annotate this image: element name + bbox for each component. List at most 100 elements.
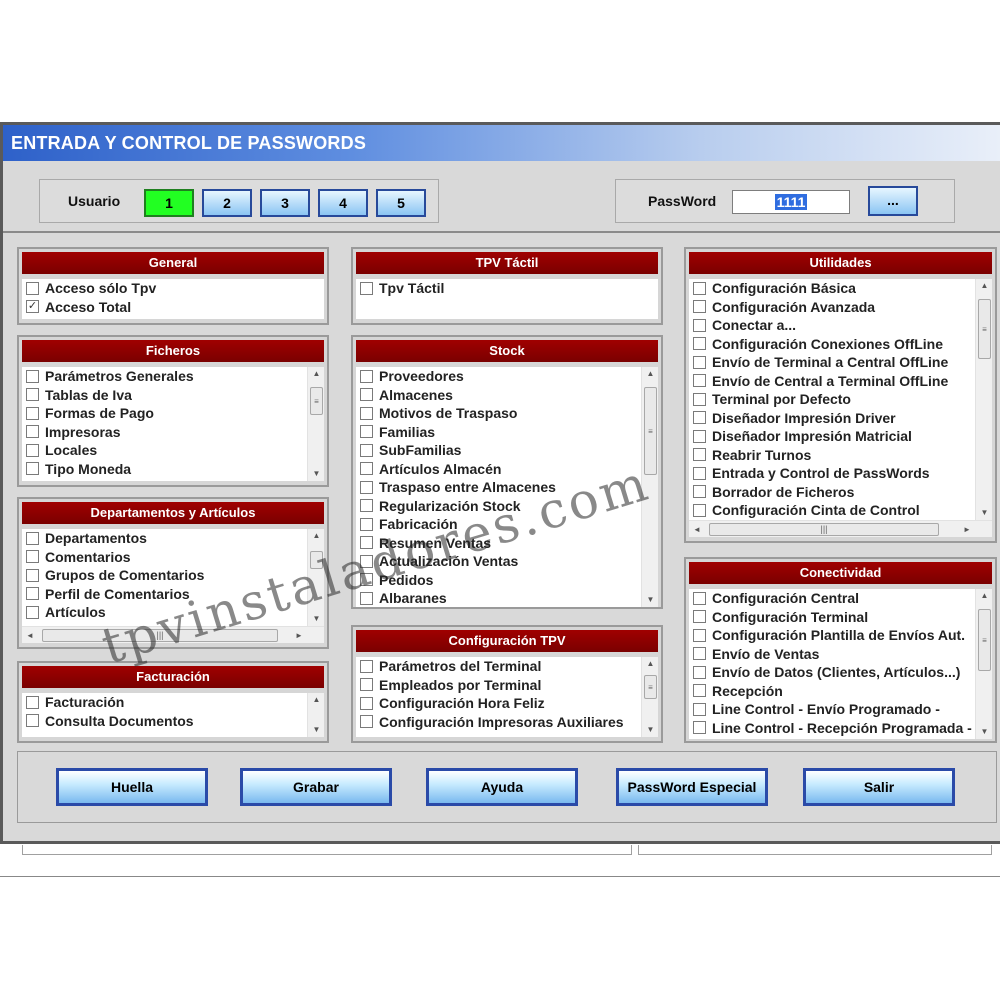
- checkbox[interactable]: [693, 591, 706, 605]
- config-tpv-vscroll[interactable]: ▲ ≡ ▼: [641, 657, 658, 737]
- checkbox-item[interactable]: Motivos de Traspaso: [356, 404, 641, 423]
- checkbox-item[interactable]: Albaranes: [356, 589, 641, 607]
- checkbox[interactable]: [26, 369, 39, 383]
- checkbox-item[interactable]: Configuración Avanzada: [689, 298, 975, 317]
- checkbox-item[interactable]: Configuración Cinta de Control: [689, 501, 975, 520]
- checkbox-checked[interactable]: ✓: [26, 300, 39, 314]
- password-more-button[interactable]: ...: [868, 186, 918, 216]
- checkbox-item[interactable]: Entrada y Control de PassWords: [689, 464, 975, 483]
- checkbox-item[interactable]: Tablas de Iva: [22, 386, 307, 405]
- checkbox-item[interactable]: Consulta Documentos: [22, 712, 307, 731]
- checkbox[interactable]: [26, 443, 39, 457]
- checkbox[interactable]: [360, 369, 373, 383]
- checkbox[interactable]: [360, 659, 373, 673]
- scroll-down-icon[interactable]: ▼: [976, 506, 992, 520]
- checkbox-item[interactable]: Envío de Datos (Clientes, Artículos...): [689, 663, 975, 682]
- checkbox[interactable]: [693, 318, 706, 332]
- user-button-5[interactable]: 5: [376, 189, 426, 217]
- checkbox[interactable]: [360, 462, 373, 476]
- scroll-right-icon[interactable]: ►: [291, 627, 307, 643]
- checkbox[interactable]: [693, 355, 706, 369]
- checkbox-item[interactable]: Envío de Terminal a Central OffLine: [689, 353, 975, 372]
- checkbox-item[interactable]: Acceso sólo Tpv: [22, 279, 324, 298]
- checkbox[interactable]: [693, 281, 706, 295]
- checkbox-item[interactable]: Configuración Impresoras Auxiliares: [356, 713, 641, 732]
- checkbox[interactable]: [360, 281, 373, 295]
- checkbox-item[interactable]: ✓ Acceso Total: [22, 298, 324, 317]
- checkbox-item[interactable]: Comentarios: [22, 548, 307, 567]
- checkbox[interactable]: [693, 300, 706, 314]
- checkbox[interactable]: [26, 605, 39, 619]
- checkbox[interactable]: [360, 425, 373, 439]
- checkbox[interactable]: [26, 281, 39, 295]
- checkbox[interactable]: [693, 337, 706, 351]
- checkbox-item[interactable]: Configuración Conexiones OffLine: [689, 335, 975, 354]
- scroll-left-icon[interactable]: ◄: [689, 521, 705, 537]
- checkbox[interactable]: [693, 684, 706, 698]
- checkbox[interactable]: [360, 443, 373, 457]
- conectividad-vscroll[interactable]: ▲ ≡ ▼: [975, 589, 992, 739]
- checkbox-item[interactable]: Envío de Ventas: [689, 645, 975, 664]
- checkbox-item[interactable]: Departamentos: [22, 529, 307, 548]
- scroll-up-icon[interactable]: ▲: [642, 657, 658, 671]
- checkbox[interactable]: [693, 647, 706, 661]
- checkbox[interactable]: [26, 531, 39, 545]
- checkbox-item[interactable]: Formas de Pago: [22, 404, 307, 423]
- checkbox-item[interactable]: Facturación: [22, 693, 307, 712]
- checkbox[interactable]: [693, 665, 706, 679]
- checkbox-item[interactable]: Parámetros Generales: [22, 367, 307, 386]
- checkbox-item[interactable]: Configuración Plantilla de Envíos Aut.: [689, 626, 975, 645]
- checkbox-item[interactable]: Conectar a...: [689, 316, 975, 335]
- checkbox[interactable]: [693, 374, 706, 388]
- utilidades-hscroll[interactable]: ◄ ||| ►: [689, 520, 992, 537]
- scroll-thumb[interactable]: ≡: [644, 675, 657, 699]
- checkbox[interactable]: [693, 503, 706, 517]
- checkbox-item[interactable]: Tipo Moneda: [22, 460, 307, 479]
- checkbox[interactable]: [26, 587, 39, 601]
- scroll-down-icon[interactable]: ▼: [642, 593, 658, 607]
- huella-button[interactable]: Huella: [56, 768, 208, 806]
- ayuda-button[interactable]: Ayuda: [426, 768, 578, 806]
- checkbox-item[interactable]: Line Control - Envío Programado -: [689, 700, 975, 719]
- scroll-down-icon[interactable]: ▼: [308, 723, 324, 737]
- checkbox-item[interactable]: Diseñador Impresión Matricial: [689, 427, 975, 446]
- hscroll-thumb[interactable]: |||: [709, 523, 939, 536]
- checkbox[interactable]: [26, 388, 39, 402]
- checkbox[interactable]: [693, 702, 706, 716]
- checkbox[interactable]: [26, 406, 39, 420]
- checkbox[interactable]: [360, 696, 373, 710]
- scroll-up-icon[interactable]: ▲: [642, 367, 658, 381]
- checkbox[interactable]: [693, 411, 706, 425]
- scroll-down-icon[interactable]: ▼: [976, 725, 992, 739]
- checkbox[interactable]: [360, 715, 373, 729]
- checkbox[interactable]: [693, 392, 706, 406]
- checkbox[interactable]: [26, 714, 39, 728]
- scroll-down-icon[interactable]: ▼: [642, 723, 658, 737]
- scroll-thumb[interactable]: ≡: [978, 299, 991, 359]
- checkbox-item[interactable]: Envío de Central a Terminal OffLine: [689, 372, 975, 391]
- scroll-right-icon[interactable]: ►: [959, 521, 975, 537]
- scroll-thumb[interactable]: ≡: [310, 387, 323, 415]
- checkbox-item[interactable]: Configuración Terminal: [689, 608, 975, 627]
- scroll-up-icon[interactable]: ▲: [976, 279, 992, 293]
- checkbox[interactable]: [26, 695, 39, 709]
- checkbox-item[interactable]: Configuración Básica: [689, 279, 975, 298]
- checkbox-item[interactable]: SubFamilias: [356, 441, 641, 460]
- checkbox[interactable]: [26, 550, 39, 564]
- checkbox-item[interactable]: Reabrir Turnos: [689, 446, 975, 465]
- checkbox[interactable]: [693, 448, 706, 462]
- checkbox[interactable]: [26, 425, 39, 439]
- user-button-4[interactable]: 4: [318, 189, 368, 217]
- checkbox-item[interactable]: Proveedores: [356, 367, 641, 386]
- checkbox[interactable]: [693, 610, 706, 624]
- checkbox[interactable]: [693, 429, 706, 443]
- grabar-button[interactable]: Grabar: [240, 768, 392, 806]
- scroll-up-icon[interactable]: ▲: [976, 589, 992, 603]
- utilidades-vscroll[interactable]: ▲ ≡ ▼: [975, 279, 992, 520]
- checkbox[interactable]: [360, 406, 373, 420]
- checkbox-item[interactable]: Line Control - Recepción Programada -: [689, 719, 975, 738]
- checkbox[interactable]: [693, 485, 706, 499]
- scroll-up-icon[interactable]: ▲: [308, 367, 324, 381]
- checkbox-item[interactable]: Configuración Central: [689, 589, 975, 608]
- checkbox-item[interactable]: Parámetros del Terminal: [356, 657, 641, 676]
